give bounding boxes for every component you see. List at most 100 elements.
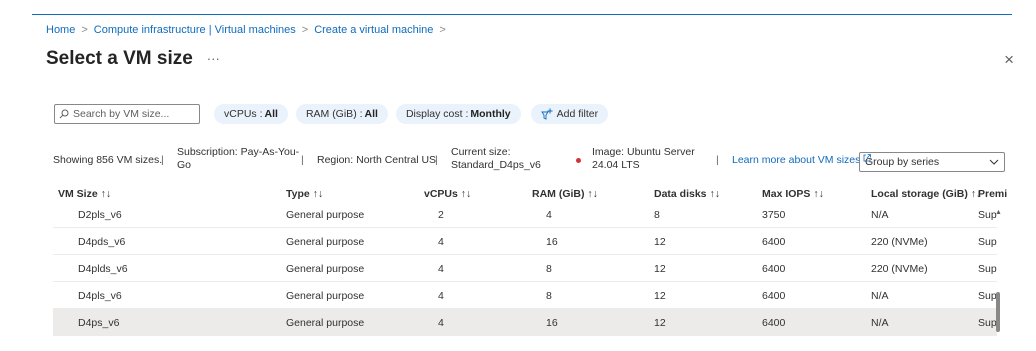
cell-ram: 8 <box>546 290 552 302</box>
page-title: Select a VM size <box>46 48 193 69</box>
breadcrumb-separator: > <box>81 24 88 36</box>
cell-data-disks: 12 <box>654 317 666 329</box>
cell-data-disks: 8 <box>654 209 660 221</box>
divider: | <box>161 154 164 166</box>
cell-type: General purpose <box>286 263 365 275</box>
cell-max-iops: 6400 <box>762 263 786 275</box>
column-header-max-iops[interactable]: Max IOPS ↑↓ <box>762 188 824 200</box>
chevron-down-icon <box>989 159 999 165</box>
cell-premium: Sup <box>978 317 997 329</box>
info-bar: Showing 856 VM sizes. | Subscription: Pa… <box>53 146 1013 176</box>
cell-data-disks: 12 <box>654 290 666 302</box>
cell-ram: 4 <box>546 209 552 221</box>
ram-filter-pill[interactable]: RAM (GiB) : All <box>295 104 388 124</box>
more-options-button[interactable]: ··· <box>207 51 220 66</box>
display-cost-label: Display cost : <box>405 108 469 120</box>
current-size-value: Standard_D4ps_v6 <box>451 159 541 171</box>
ram-filter-label: RAM (GiB) : <box>305 108 363 120</box>
cell-max-iops: 6400 <box>762 290 786 302</box>
column-header-ram[interactable]: RAM (GiB) ↑↓ <box>532 188 598 200</box>
column-header-vm-size[interactable]: VM Size ↑↓ <box>58 188 111 200</box>
search-icon <box>59 109 69 119</box>
divider: | <box>435 154 438 166</box>
cell-type: General purpose <box>286 209 365 221</box>
cell-max-iops: 6400 <box>762 317 786 329</box>
table-row[interactable]: D4pds_v6 General purpose 4 16 12 6400 22… <box>53 228 997 255</box>
cell-vm-size: D4pds_v6 <box>78 236 126 248</box>
vm-size-table: D2pls_v6 General purpose 2 4 8 3750 N/A … <box>53 205 997 336</box>
learn-more-link-label: Learn more about VM sizes <box>732 154 861 166</box>
cell-ram: 16 <box>546 317 558 329</box>
subscription-text-line2: Go <box>177 159 192 171</box>
search-placeholder: Search by VM size... <box>73 108 170 120</box>
table-row[interactable]: D4pls_v6 General purpose 4 8 12 6400 N/A… <box>53 282 997 309</box>
column-header-vcpus[interactable]: vCPUs ↑↓ <box>424 188 471 200</box>
filter-bar: Search by VM size... vCPUs : All RAM (GiB… <box>54 104 609 124</box>
region-text: Region: North Central US <box>317 154 437 166</box>
image-text-line2: 24.04 LTS <box>592 159 640 171</box>
vcpus-filter-value: All <box>264 108 278 120</box>
cell-local-storage: 220 (NVMe) <box>871 236 928 248</box>
table-row[interactable]: D2pls_v6 General purpose 2 4 8 3750 N/A … <box>53 205 997 228</box>
table-header: VM Size ↑↓ Type ↑↓ vCPUs ↑↓ RAM (GiB) ↑↓… <box>46 186 1012 204</box>
cell-ram: 16 <box>546 236 558 248</box>
cell-max-iops: 3750 <box>762 209 786 221</box>
cell-local-storage: N/A <box>871 209 889 221</box>
cell-data-disks: 12 <box>654 263 666 275</box>
cell-local-storage: N/A <box>871 290 889 302</box>
cell-premium: Sup <box>978 263 997 275</box>
close-button[interactable]: × <box>1004 50 1014 70</box>
cell-data-disks: 12 <box>654 236 666 248</box>
add-filter-button[interactable]: Add filter <box>530 104 609 124</box>
vcpus-filter-pill[interactable]: vCPUs : All <box>214 104 288 124</box>
title-row: Select a VM size ··· <box>46 48 220 70</box>
scroll-up-arrow-icon[interactable]: ▲ <box>995 209 1002 216</box>
display-cost-filter-pill[interactable]: Display cost : Monthly <box>395 104 521 124</box>
divider: | <box>716 154 719 166</box>
vcpus-filter-label: vCPUs : <box>224 108 263 120</box>
cell-vcpus: 4 <box>438 317 444 329</box>
cell-ram: 8 <box>546 263 552 275</box>
table-row[interactable]: D4plds_v6 General purpose 4 8 12 6400 22… <box>53 255 997 282</box>
cell-type: General purpose <box>286 236 365 248</box>
cell-vm-size: D4ps_v6 <box>78 317 120 329</box>
subscription-text-line1: Subscription: Pay-As-You- <box>177 146 300 158</box>
cell-type: General purpose <box>286 290 365 302</box>
breadcrumb: Home > Compute infrastructure | Virtual … <box>46 24 446 36</box>
cell-local-storage: 220 (NVMe) <box>871 263 928 275</box>
vertical-scrollbar[interactable] <box>996 292 1000 332</box>
add-filter-icon <box>540 108 553 120</box>
status-dot-icon <box>576 158 581 163</box>
column-header-local-storage[interactable]: Local storage (GiB) ↑↓ <box>871 188 981 200</box>
cell-premium: Sup <box>978 209 997 221</box>
group-by-value: Group by series <box>865 156 940 168</box>
cell-vcpus: 4 <box>438 290 444 302</box>
cell-vcpus: 2 <box>438 209 444 221</box>
search-input[interactable]: Search by VM size... <box>54 104 200 124</box>
cell-vm-size: D2pls_v6 <box>78 209 122 221</box>
group-by-select[interactable]: Group by series <box>859 152 1005 172</box>
ram-filter-value: All <box>364 108 378 120</box>
cell-premium: Sup <box>978 290 997 302</box>
header-accent-line <box>32 14 1012 15</box>
breadcrumb-create-vm[interactable]: Create a virtual machine <box>314 24 433 36</box>
cell-vcpus: 4 <box>438 263 444 275</box>
breadcrumb-separator: > <box>439 24 446 36</box>
vm-count-text: Showing 856 VM sizes. <box>53 154 163 166</box>
cell-vm-size: D4plds_v6 <box>78 263 128 275</box>
cell-type: General purpose <box>286 317 365 329</box>
breadcrumb-home[interactable]: Home <box>46 24 75 36</box>
learn-more-link[interactable]: Learn more about VM sizes <box>732 154 872 166</box>
cell-local-storage: N/A <box>871 317 889 329</box>
column-header-type[interactable]: Type ↑↓ <box>286 188 323 200</box>
breadcrumb-compute[interactable]: Compute infrastructure | Virtual machine… <box>94 24 296 36</box>
image-text-line1: Image: Ubuntu Server <box>592 146 695 158</box>
column-header-data-disks[interactable]: Data disks ↑↓ <box>654 188 720 200</box>
cell-premium: Sup <box>978 236 997 248</box>
table-row-selected[interactable]: D4ps_v6 General purpose 4 16 12 6400 N/A… <box>53 309 997 336</box>
cell-vm-size: D4pls_v6 <box>78 290 122 302</box>
column-header-premium[interactable]: Premi <box>978 188 1007 200</box>
cell-vcpus: 4 <box>438 236 444 248</box>
add-filter-label: Add filter <box>556 108 599 120</box>
divider: | <box>301 154 304 166</box>
